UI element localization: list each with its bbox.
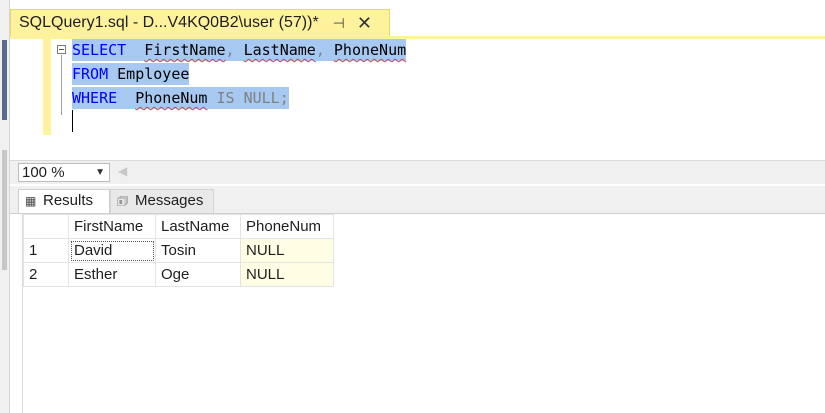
header-row: FirstName LastName PhoneNum <box>23 214 334 239</box>
tab-messages[interactable]: 🗊 Messages <box>110 189 214 213</box>
keyword-select: SELECT <box>72 41 127 59</box>
keyword-where: WHERE <box>72 89 118 107</box>
outline-guide <box>61 55 62 115</box>
cell-lastname[interactable]: Oge <box>155 262 241 287</box>
document-tab-title: SQLQuery1.sql - D...V4KQ0B2\user (57))* <box>19 14 319 31</box>
row-number[interactable]: 2 <box>23 262 69 287</box>
change-margin <box>43 39 51 135</box>
column-header-phonenum[interactable]: PhoneNum <box>240 214 334 239</box>
left-dock-scroll[interactable] <box>2 150 7 270</box>
zoom-value: 100 % <box>22 164 65 181</box>
table-row: 1 David Tosin NULL <box>23 238 334 263</box>
left-dock-indicator <box>2 40 7 120</box>
window-top-strip <box>0 0 825 8</box>
cell-phonenum[interactable]: NULL <box>240 262 334 287</box>
tab-messages-label: Messages <box>135 192 204 209</box>
tab-results-label: Results <box>43 192 94 209</box>
row-number[interactable]: 1 <box>23 238 69 263</box>
keyword-from: FROM <box>72 65 109 83</box>
row-number-header[interactable] <box>23 214 69 239</box>
column-phonenum: PhoneNum <box>333 41 407 59</box>
grid-icon: ▦ <box>25 194 37 208</box>
cell-lastname[interactable]: Tosin <box>155 238 241 263</box>
results-grid[interactable]: FirstName LastName PhoneNum 1 David Tosi… <box>22 214 825 413</box>
table-employee: Employee <box>117 65 190 83</box>
code-line-2[interactable]: FROM Employee <box>72 63 190 85</box>
results-table: FirstName LastName PhoneNum 1 David Tosi… <box>23 214 334 287</box>
zoom-dropdown[interactable]: 100 % ▼ <box>18 163 110 182</box>
results-tab-strip: ▦ Results 🗊 Messages <box>10 186 825 214</box>
is-null-clause: IS NULL; <box>216 89 289 107</box>
cell-phonenum[interactable]: NULL <box>240 238 334 263</box>
close-icon[interactable]: ✕ <box>357 13 372 34</box>
left-dock-edge <box>0 0 10 413</box>
cell-firstname[interactable]: David <box>68 238 156 263</box>
column-header-firstname[interactable]: FirstName <box>68 214 156 239</box>
document-tab[interactable]: SQLQuery1.sql - D...V4KQ0B2\user (57))* … <box>10 9 390 37</box>
chevron-down-icon: ▼ <box>95 167 105 178</box>
column-header-lastname[interactable]: LastName <box>155 214 241 239</box>
zoom-bar: 100 % ▼ ◀ <box>10 160 825 184</box>
text-caret <box>72 110 73 132</box>
table-row: 2 Esther Oge NULL <box>23 262 334 287</box>
tab-results[interactable]: ▦ Results <box>18 189 110 213</box>
column-firstname: FirstName <box>144 41 226 59</box>
column-phonenum-where: PhoneNum <box>135 89 208 107</box>
cell-firstname[interactable]: Esther <box>68 262 156 287</box>
messages-icon: 🗊 <box>117 194 129 208</box>
pin-icon[interactable]: ⊣ <box>333 15 345 32</box>
column-lastname: LastName <box>243 41 316 59</box>
scroll-left-icon[interactable]: ◀ <box>118 164 127 178</box>
code-line-3[interactable]: WHERE PhoneNum IS NULL; <box>72 87 289 109</box>
query-editor[interactable]: SELECT FirstName, LastName, PhoneNum FRO… <box>10 39 825 159</box>
collapse-icon[interactable] <box>57 45 66 54</box>
code-line-1[interactable]: SELECT FirstName, LastName, PhoneNum <box>72 39 407 61</box>
